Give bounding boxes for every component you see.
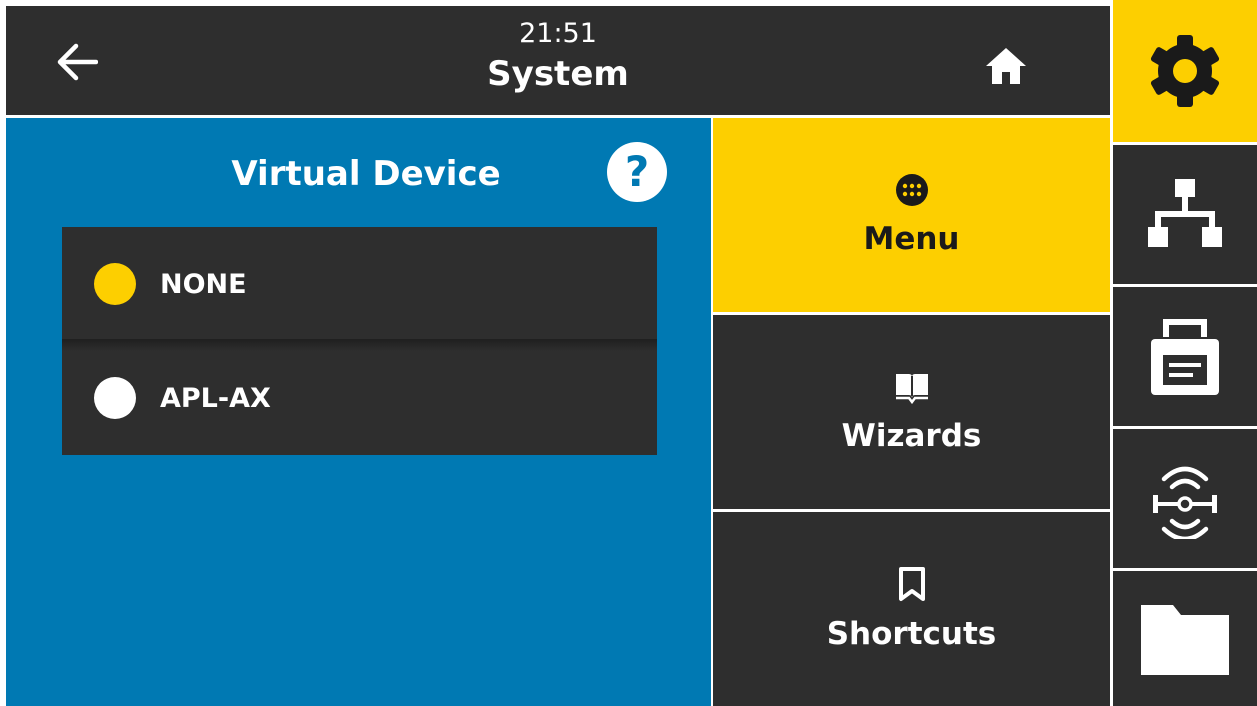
bookmark-icon: [898, 567, 925, 601]
page-title: System: [487, 54, 629, 94]
nav-item-wizards[interactable]: Wizards: [713, 315, 1110, 509]
radio-option-apl-ax[interactable]: APL-AX: [62, 341, 657, 455]
home-button[interactable]: [978, 42, 1034, 90]
gear-icon: [1150, 35, 1220, 107]
question-icon: ?: [624, 147, 650, 196]
radio-list: NONE APL-AX: [62, 227, 657, 455]
radio-selected-icon: [94, 263, 136, 305]
rail-storage-button[interactable]: [1113, 571, 1257, 706]
rfid-icon: [1153, 466, 1217, 539]
radio-unselected-icon: [94, 377, 136, 419]
book-icon: [895, 374, 928, 404]
network-icon: [1148, 178, 1222, 247]
header-title-group: 21:51 System: [6, 16, 1110, 96]
rail-network-button[interactable]: [1113, 145, 1257, 284]
nav-label: Shortcuts: [826, 616, 997, 652]
radio-label: NONE: [160, 268, 247, 300]
top-bar: 21:51 System: [6, 6, 1110, 115]
radio-label: APL-AX: [160, 382, 271, 414]
settings-panel: Virtual Device ? NONE APL-AX: [6, 118, 711, 706]
nav-label: Wizards: [841, 418, 982, 454]
rail-settings-button[interactable]: [1113, 0, 1257, 142]
home-icon: [986, 48, 1026, 84]
nav-label: Menu: [863, 221, 960, 257]
right-rail: [1113, 0, 1257, 706]
printer-icon: [1151, 318, 1219, 395]
nav-item-shortcuts[interactable]: Shortcuts: [713, 512, 1110, 706]
radio-option-none[interactable]: NONE: [62, 227, 657, 341]
nav-item-menu[interactable]: Menu: [713, 118, 1110, 312]
main-nav: Menu Wizards Shortcuts: [713, 118, 1110, 706]
folder-icon: [1141, 604, 1229, 675]
clock: 21:51: [519, 18, 597, 49]
menu-dots-icon: [895, 174, 928, 206]
help-button[interactable]: ?: [607, 142, 667, 202]
rail-printer-button[interactable]: [1113, 287, 1257, 426]
rail-rfid-button[interactable]: [1113, 429, 1257, 568]
